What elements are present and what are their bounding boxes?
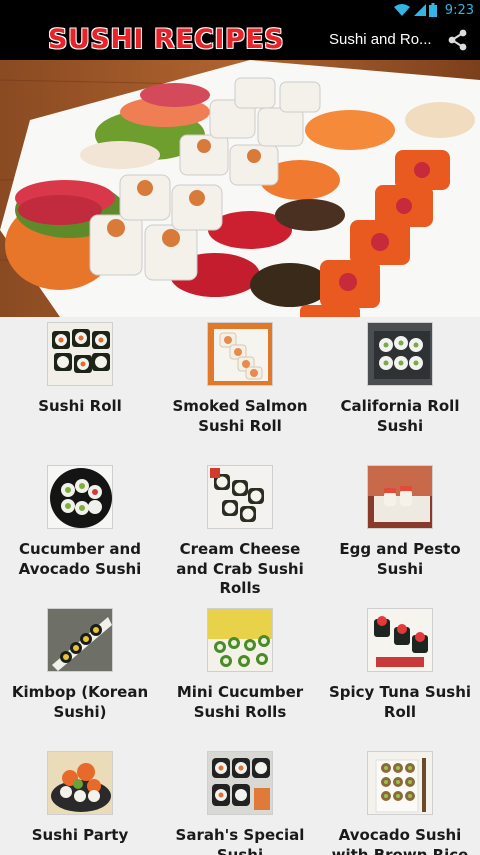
recipe-label: Kimbop (Korean Sushi) — [11, 683, 149, 721]
recipe-item[interactable]: Mini Cucumber Sushi Rolls — [160, 603, 320, 746]
recipe-label: Egg and Pesto Sushi — [339, 540, 461, 578]
recipe-label: Sushi Party — [31, 826, 129, 844]
recipe-thumbnail — [47, 322, 113, 386]
recipe-label: Sushi Roll — [38, 397, 122, 415]
recipe-item[interactable]: Spicy Tuna Sushi Roll — [320, 603, 480, 746]
recipe-thumbnail — [47, 465, 113, 529]
app-title: SUSHI RECIPES — [48, 24, 285, 55]
recipe-thumbnail — [207, 751, 273, 815]
recipe-thumbnail — [367, 608, 433, 672]
recipe-item[interactable]: Kimbop (Korean Sushi) — [0, 603, 160, 746]
signal-icon — [413, 4, 426, 16]
status-bar: 9:23 — [0, 0, 480, 20]
recipe-item[interactable]: Sushi Roll — [0, 317, 160, 460]
recipe-label: Mini Cucumber Sushi Rolls — [176, 683, 304, 721]
recipe-label: California Roll Sushi — [340, 397, 460, 435]
recipe-thumbnail — [207, 465, 273, 529]
recipe-thumbnail — [367, 465, 433, 529]
recipe-thumbnail — [207, 608, 273, 672]
recipe-thumbnail — [47, 751, 113, 815]
recipe-label: Smoked Salmon Sushi Roll — [172, 397, 308, 435]
recipe-item[interactable]: Cucumber and Avocado Sushi — [0, 460, 160, 603]
share-icon — [448, 29, 467, 51]
status-time: 9:23 — [444, 2, 474, 18]
recipe-label: Cucumber and Avocado Sushi — [18, 540, 142, 578]
recipe-item[interactable]: California Roll Sushi — [320, 317, 480, 460]
recipe-thumbnail — [367, 751, 433, 815]
recipe-thumbnail — [47, 608, 113, 672]
recipe-item[interactable]: Smoked Salmon Sushi Roll — [160, 317, 320, 460]
recipe-item[interactable]: Egg and Pesto Sushi — [320, 460, 480, 603]
recipe-thumbnail — [367, 322, 433, 386]
share-button[interactable] — [444, 26, 472, 54]
wifi-icon — [393, 4, 410, 16]
battery-icon — [428, 3, 437, 17]
status-icons — [393, 3, 437, 17]
recipe-grid: Sushi Roll Smoked Salmon Sushi Roll Cali… — [0, 317, 480, 855]
recipe-label: Cream Cheese and Crab Sushi Rolls — [176, 540, 304, 597]
recipe-thumbnail — [207, 322, 273, 386]
hero-sushi-platter-image — [0, 60, 480, 317]
recipe-item[interactable]: Sushi Party — [0, 746, 160, 855]
recipe-label: Sarah's Special Sushi — [175, 826, 305, 855]
action-bar: SUSHI RECIPES Sushi and Ro... — [0, 20, 480, 60]
recipe-item[interactable]: Avocado Sushi with Brown Rice — [320, 746, 480, 855]
recipe-label: Spicy Tuna Sushi Roll — [328, 683, 472, 721]
recipe-label: Avocado Sushi with Brown Rice — [331, 826, 469, 855]
recipe-item[interactable]: Cream Cheese and Crab Sushi Rolls — [160, 460, 320, 603]
recipe-item[interactable]: Sarah's Special Sushi — [160, 746, 320, 855]
action-bar-subtitle[interactable]: Sushi and Ro... — [329, 20, 433, 60]
